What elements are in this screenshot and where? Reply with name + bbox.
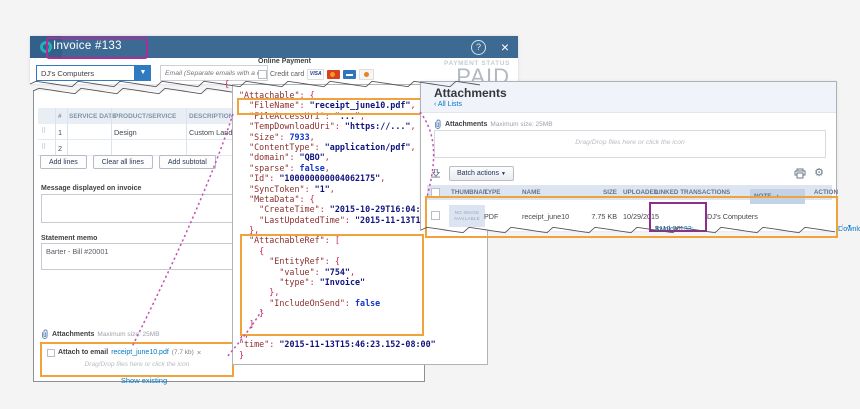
attached-file-item: Attach to email receipt_june10.pdf (7.7 … — [47, 348, 201, 357]
gear-icon[interactable]: ⚙ — [814, 166, 824, 181]
drag-handle-icon[interactable]: ⠿ — [41, 143, 46, 151]
row-product[interactable]: Design — [114, 128, 137, 137]
email-input[interactable] — [160, 65, 268, 81]
add-lines-button[interactable]: Add lines — [40, 155, 87, 169]
col-thumbnail[interactable]: THUMBNAIL — [451, 189, 488, 196]
drag-handle-icon[interactable]: ⠿ — [41, 127, 46, 135]
attachments-section-header: Attachments Maximum size: 25MB — [41, 329, 160, 340]
title-highlight-annotation — [46, 37, 148, 59]
attach-to-email-highlight-box: Attach to email receipt_june10.pdf (7.7 … — [40, 342, 234, 377]
message-label: Message displayed on invoice — [41, 185, 142, 192]
attachments-max-size: Maximum size: 25MB — [490, 121, 553, 128]
col-action: ACTION — [813, 189, 838, 196]
invoice-editor-header: Invoice #133 ? × ▼ Online Payment Credit… — [30, 36, 518, 88]
visa-card-icon: VISA — [307, 69, 325, 80]
col-type[interactable]: TYPE — [484, 189, 500, 196]
chevron-down-icon: ▼ — [500, 171, 506, 177]
printer-icon[interactable] — [794, 168, 806, 179]
close-icon[interactable]: × — [501, 38, 509, 56]
add-subtotal-button[interactable]: Add subtotal — [158, 155, 216, 169]
discover-card-icon — [359, 69, 375, 80]
attach-to-email-label: Attach to email — [58, 349, 109, 356]
customer-dropdown-button[interactable]: ▼ — [135, 65, 151, 81]
download-options-caret[interactable]: ▼ — [842, 224, 852, 230]
clear-all-lines-button[interactable]: Clear all lines — [92, 155, 153, 169]
invoice-message-textarea[interactable] — [41, 194, 237, 223]
attached-file-size: (7.7 kb) — [171, 349, 194, 356]
paperclip-icon — [42, 329, 48, 339]
col-linked-transactions[interactable]: LINKED TRANSACTIONS — [655, 189, 730, 196]
attach-to-email-checkbox[interactable] — [47, 348, 55, 357]
json-line: "time": "2015-11-13T15:46:23.152-08:00" — [239, 339, 436, 350]
attachments-label: Attachments — [445, 121, 488, 128]
col-service-date: SERVICE DATE — [69, 113, 117, 120]
dropzone-hint[interactable]: Drag/Drop files here or click the icon — [42, 361, 232, 368]
credit-card-checkbox[interactable] — [258, 70, 267, 79]
line-item-actions: Add lines Clear all lines Add subtotal — [40, 155, 216, 169]
attachments-max-size: Maximum size: 25MB — [97, 331, 160, 338]
show-existing-link[interactable]: Show existing — [34, 376, 254, 385]
attachments-toolbar: Batch actions ▼ ⚙ — [429, 166, 828, 183]
paperclip-icon — [435, 119, 441, 129]
dropzone-hint: Drag/Drop files here or click the icon — [575, 139, 685, 146]
chevron-down-icon: ▼ — [139, 69, 147, 76]
import-icon[interactable] — [431, 169, 441, 180]
credit-card-option: Credit card VISA — [258, 69, 375, 80]
screenshot-canvas: Invoice #133 ? × ▼ Online Payment Credit… — [0, 0, 860, 409]
help-icon[interactable]: ? — [471, 40, 486, 55]
mastercard-icon — [327, 70, 341, 79]
customer-input[interactable] — [36, 65, 135, 81]
filename-highlight-annotation — [237, 98, 428, 115]
attachments-section-header: Attachments Maximum size: 25MB — [434, 119, 553, 130]
attachments-dropzone[interactable]: Drag/Drop files here or click the icon — [434, 130, 826, 158]
invoice-title-bar: Invoice #133 ? × — [30, 36, 518, 59]
row-num: 1 — [58, 128, 63, 137]
torn-edge — [29, 80, 481, 88]
col-name[interactable]: NAME — [522, 189, 541, 196]
batch-actions-label: Batch actions — [457, 170, 500, 177]
all-lists-link[interactable]: ‹ All Lists — [434, 101, 462, 108]
attachments-label: Attachments — [52, 331, 95, 338]
attached-file-link[interactable]: receipt_june10.pdf — [111, 349, 169, 356]
col-num: # — [58, 113, 62, 120]
torn-edge — [420, 226, 836, 234]
attachableref-highlight-annotation — [240, 234, 424, 336]
batch-actions-button[interactable]: Batch actions ▼ — [449, 166, 514, 181]
col-product-service: PRODUCT/SERVICE — [114, 113, 177, 120]
amex-card-icon — [343, 70, 357, 79]
online-payment-label: Online Payment — [258, 58, 311, 65]
remove-attachment-icon[interactable]: × — [197, 348, 201, 357]
credit-card-label: Credit card — [270, 71, 305, 78]
col-size[interactable]: SIZE — [577, 189, 617, 196]
attachments-list-panel: Attachments ‹ All Lists Attachments Maxi… — [420, 81, 860, 238]
row-num: 2 — [58, 144, 63, 153]
json-line: } — [239, 349, 245, 360]
statement-memo-textarea[interactable]: Barter - Bill #20001 — [41, 243, 237, 270]
col-uploaded[interactable]: UPLOADED — [623, 189, 658, 196]
memo-label: Statement memo — [41, 235, 98, 242]
